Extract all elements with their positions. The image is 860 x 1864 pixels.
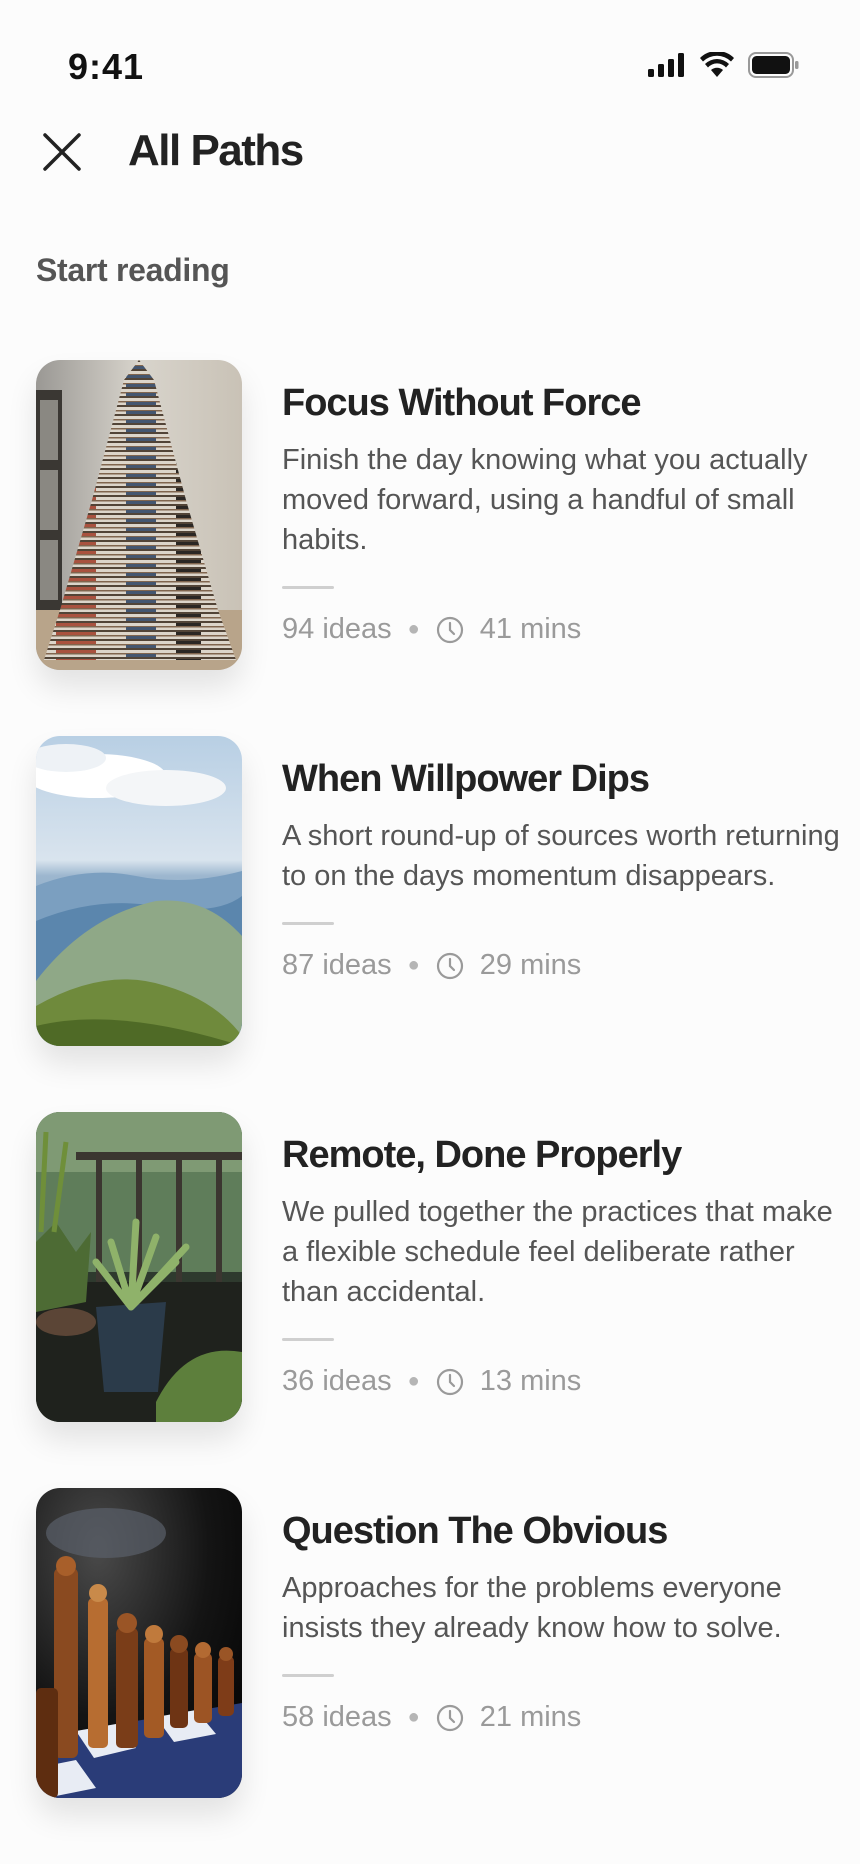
divider — [282, 922, 334, 925]
divider — [282, 1338, 334, 1341]
close-button[interactable] — [38, 130, 86, 178]
duration: 13 mins — [479, 1365, 582, 1397]
path-meta: 87 ideas ● 29 mins — [282, 949, 842, 982]
path-thumbnail-book-tower — [36, 360, 242, 670]
status-time: 9:41 — [68, 46, 145, 87]
path-description: We pulled together the practices that ma… — [282, 1196, 833, 1308]
clock-icon — [436, 616, 464, 644]
cellular-signal-icon — [648, 53, 686, 82]
header: All Paths — [0, 118, 860, 188]
divider — [282, 586, 334, 589]
path-thumbnail-mountains — [36, 736, 242, 1046]
separator-dot: ● — [407, 1706, 420, 1728]
path-card[interactable]: Focus Without Force Finish the day knowi… — [0, 360, 860, 672]
duration: 29 mins — [479, 949, 582, 981]
ideas-count: 87 ideas — [282, 949, 392, 981]
separator-dot: ● — [407, 618, 420, 640]
section-label: Start reading — [36, 252, 230, 288]
path-card-body: When Willpower Dips A short round-up of … — [282, 756, 842, 982]
path-card[interactable]: Remote, Done Properly We pulled together… — [0, 1112, 860, 1424]
path-title: Focus Without Force — [282, 382, 642, 424]
path-title: Question The Obvious — [282, 1510, 668, 1552]
path-card[interactable]: When Willpower Dips A short round-up of … — [0, 736, 860, 1048]
path-meta: 36 ideas ● 13 mins — [282, 1365, 842, 1398]
path-card[interactable]: Question The Obvious Approaches for the … — [0, 1488, 860, 1800]
path-meta: 94 ideas ● 41 mins — [282, 613, 842, 646]
path-description: A short round-up of sources worth return… — [282, 820, 840, 892]
battery-icon — [748, 52, 800, 83]
ideas-count: 36 ideas — [282, 1365, 392, 1397]
duration: 41 mins — [479, 613, 582, 645]
path-card-body: Question The Obvious Approaches for the … — [282, 1508, 842, 1734]
path-meta: 58 ideas ● 21 mins — [282, 1701, 842, 1734]
path-title: Remote, Done Properly — [282, 1134, 682, 1176]
path-thumbnail-plants — [36, 1112, 242, 1422]
clock-icon — [436, 1704, 464, 1732]
close-icon — [41, 131, 83, 178]
path-card-body: Remote, Done Properly We pulled together… — [282, 1132, 842, 1398]
status-bar: 9:41 — [0, 0, 860, 136]
ideas-count: 94 ideas — [282, 613, 392, 645]
separator-dot: ● — [407, 1370, 420, 1392]
clock-icon — [436, 1368, 464, 1396]
ideas-count: 58 ideas — [282, 1701, 392, 1733]
page-title: All Paths — [128, 126, 304, 175]
status-icons — [648, 50, 800, 83]
divider — [282, 1674, 334, 1677]
clock-icon — [436, 952, 464, 980]
path-description: Approaches for the problems everyone ins… — [282, 1572, 782, 1644]
path-description: Finish the day knowing what you actually… — [282, 444, 808, 556]
path-card-body: Focus Without Force Finish the day knowi… — [282, 380, 842, 646]
separator-dot: ● — [407, 954, 420, 976]
path-title: When Willpower Dips — [282, 758, 650, 800]
path-thumbnail-chess — [36, 1488, 242, 1798]
duration: 21 mins — [479, 1701, 582, 1733]
wifi-icon — [700, 50, 734, 83]
